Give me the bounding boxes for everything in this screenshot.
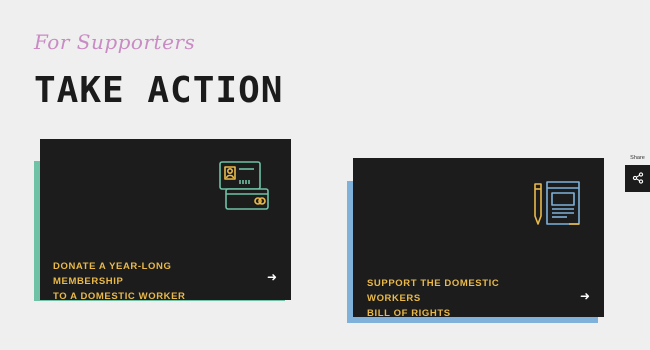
donate-membership-card[interactable]: DONATE A YEAR-LONG MEMBERSHIP TO A DOMES… <box>40 139 291 302</box>
card-label-line: BILL OF RIGHTS <box>367 308 451 319</box>
arrow-right-icon[interactable]: ➜ <box>267 270 277 284</box>
arrow-right-icon[interactable]: ➜ <box>580 289 590 303</box>
pen-document-icon <box>531 178 583 234</box>
card-label-line: DONATE A YEAR-LONG MEMBERSHIP <box>53 261 172 287</box>
card-label-line: TO A DOMESTIC WORKER <box>53 291 186 302</box>
page-title: TAKE ACTION <box>34 70 284 111</box>
share-button[interactable] <box>625 165 650 192</box>
share-label: Share <box>630 155 645 161</box>
credit-cards-icon <box>218 160 280 216</box>
card-label-line: SUPPORT THE DOMESTIC WORKERS <box>367 278 500 304</box>
share-icon <box>632 169 644 188</box>
card-label: SUPPORT THE DOMESTIC WORKERS BILL OF RIG… <box>367 276 547 321</box>
bill-of-rights-card[interactable]: SUPPORT THE DOMESTIC WORKERS BILL OF RIG… <box>353 158 604 319</box>
card-label: DONATE A YEAR-LONG MEMBERSHIP TO A DOMES… <box>53 259 233 304</box>
section-eyebrow: For Supporters <box>34 30 196 54</box>
